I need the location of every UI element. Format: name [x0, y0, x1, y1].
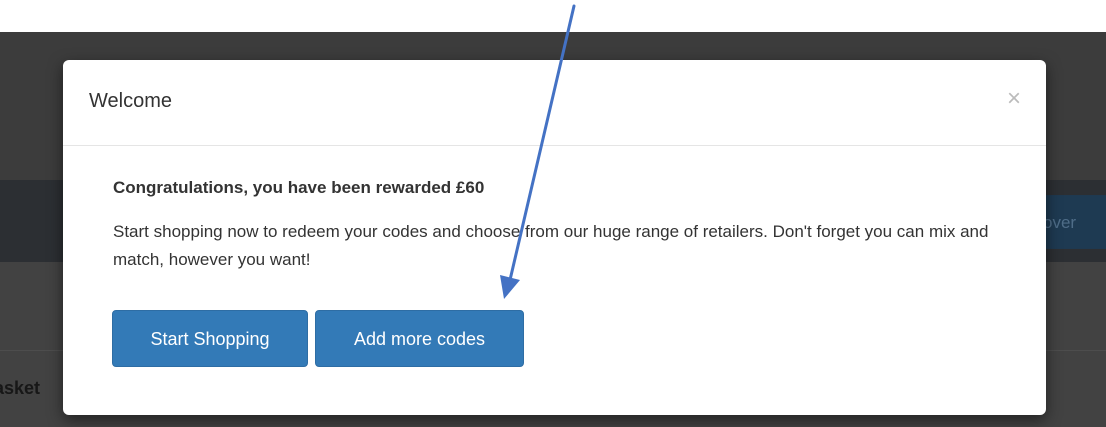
modal-title: Welcome — [89, 90, 172, 112]
modal-body: Congratulations, you have been rewarded … — [113, 178, 993, 274]
reward-heading: Congratulations, you have been rewarded … — [113, 178, 485, 197]
modal-header: Welcome × — [63, 60, 1046, 146]
welcome-modal: Welcome × Congratulations, you have been… — [63, 60, 1046, 415]
reward-message: Start shopping now to redeem your codes … — [113, 222, 989, 269]
close-icon[interactable]: × — [1001, 84, 1027, 114]
add-more-codes-button[interactable]: Add more codes — [315, 310, 524, 367]
start-shopping-button[interactable]: Start Shopping — [112, 310, 308, 367]
background-basket-label: asket — [0, 378, 41, 398]
